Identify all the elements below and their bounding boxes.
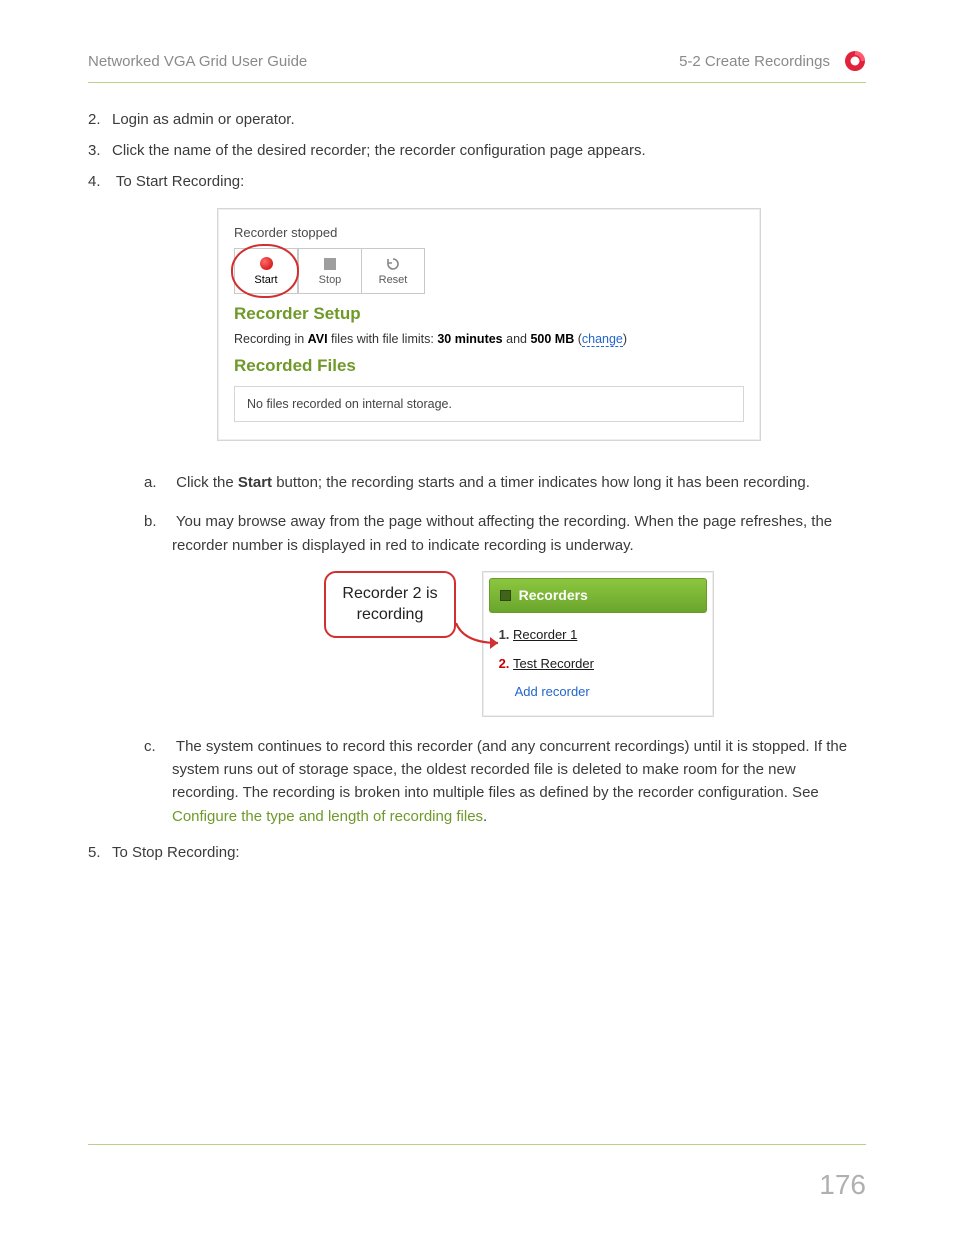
setup-paren-open: ( — [574, 332, 582, 346]
substep-list: Click the Start button; the recording st… — [112, 471, 866, 828]
setup-format: AVI — [308, 332, 328, 346]
setup-text2: files with file limits: — [328, 332, 438, 346]
brand-logo-icon — [844, 50, 866, 72]
screenshot-recorder-panel: Recorder stopped Start Stop — [217, 208, 761, 441]
start-button-label: Start — [254, 274, 277, 286]
add-recorder-link[interactable]: Add recorder — [499, 684, 590, 699]
recorder-status: Recorder stopped — [234, 225, 744, 240]
screenshot-recorders-list: Recorder 2 is recording Recorders — [324, 571, 713, 717]
section-title-group: 5-2 Create Recordings — [679, 50, 866, 72]
setup-minutes: 30 minutes — [437, 332, 502, 346]
recorders-panel-head[interactable]: Recorders — [489, 578, 707, 614]
recorded-files-box: No files recorded on internal storage. — [234, 386, 744, 422]
stop-button[interactable]: Stop — [298, 248, 362, 294]
recorders-panel: Recorders 1. Recorder 1 2. Test Recorder — [482, 571, 714, 717]
configure-link[interactable]: Configure the type and length of recordi… — [172, 808, 483, 825]
doc-title: Networked VGA Grid User Guide — [88, 53, 307, 70]
setup-paren-close: ) — [623, 332, 627, 346]
add-recorder-item[interactable]: Add recorder — [499, 678, 705, 706]
substep-a: Click the Start button; the recording st… — [172, 471, 866, 494]
page-header: Networked VGA Grid User Guide 5-2 Create… — [88, 50, 866, 83]
step-4: To Start Recording: Recorder stopped Sta… — [112, 173, 866, 828]
callout-line1: Recorder 2 is — [342, 583, 437, 605]
callout-box: Recorder 2 is recording — [324, 571, 455, 638]
record-icon — [259, 257, 273, 271]
step-3: Click the name of the desired recorder; … — [112, 142, 866, 159]
recorder-1-link[interactable]: Recorder 1 — [513, 627, 577, 642]
setup-text3: and — [503, 332, 531, 346]
setup-size: 500 MB — [530, 332, 574, 346]
page-number: 176 — [819, 1169, 866, 1201]
callout-line2: recording — [342, 604, 437, 626]
stop-square-icon — [500, 590, 511, 601]
substep-b: You may browse away from the page withou… — [172, 510, 866, 717]
change-link[interactable]: change — [582, 332, 623, 347]
stop-icon — [323, 257, 337, 271]
text: The system continues to record this reco… — [172, 738, 847, 802]
item1-number: 1. — [499, 627, 513, 642]
reset-icon — [386, 257, 400, 271]
text: . — [483, 808, 487, 825]
reset-button[interactable]: Reset — [361, 248, 425, 294]
text: button; the recording starts and a timer… — [272, 474, 810, 491]
recorder-setup-line: Recording in AVI files with file limits:… — [234, 332, 744, 346]
setup-text: Recording in — [234, 332, 308, 346]
item2-number: 2. — [499, 656, 513, 671]
test-recorder-link[interactable]: Test Recorder — [513, 656, 594, 671]
text: You may browse away from the page withou… — [172, 513, 832, 553]
footer-rule — [88, 1144, 866, 1145]
recorders-head-label: Recorders — [519, 585, 588, 607]
step-list: Login as admin or operator. Click the na… — [88, 111, 866, 861]
recorded-files-heading: Recorded Files — [234, 356, 744, 376]
start-button-highlight: Start — [234, 248, 298, 294]
start-bold: Start — [238, 474, 272, 491]
step-2: Login as admin or operator. — [112, 111, 866, 128]
recorders-item-1[interactable]: 1. Recorder 1 — [499, 621, 705, 649]
recorder-setup-heading: Recorder Setup — [234, 304, 744, 324]
text: Click the — [176, 474, 238, 491]
step-5: To Stop Recording: — [112, 844, 866, 861]
reset-button-label: Reset — [379, 274, 408, 286]
section-title: 5-2 Create Recordings — [679, 53, 830, 70]
substep-c: The system continues to record this reco… — [172, 735, 866, 828]
stop-button-label: Stop — [319, 274, 342, 286]
recorders-item-2[interactable]: 2. Test Recorder — [499, 650, 705, 678]
step-4-text: To Start Recording: — [116, 173, 244, 190]
start-button[interactable]: Start — [234, 248, 298, 294]
